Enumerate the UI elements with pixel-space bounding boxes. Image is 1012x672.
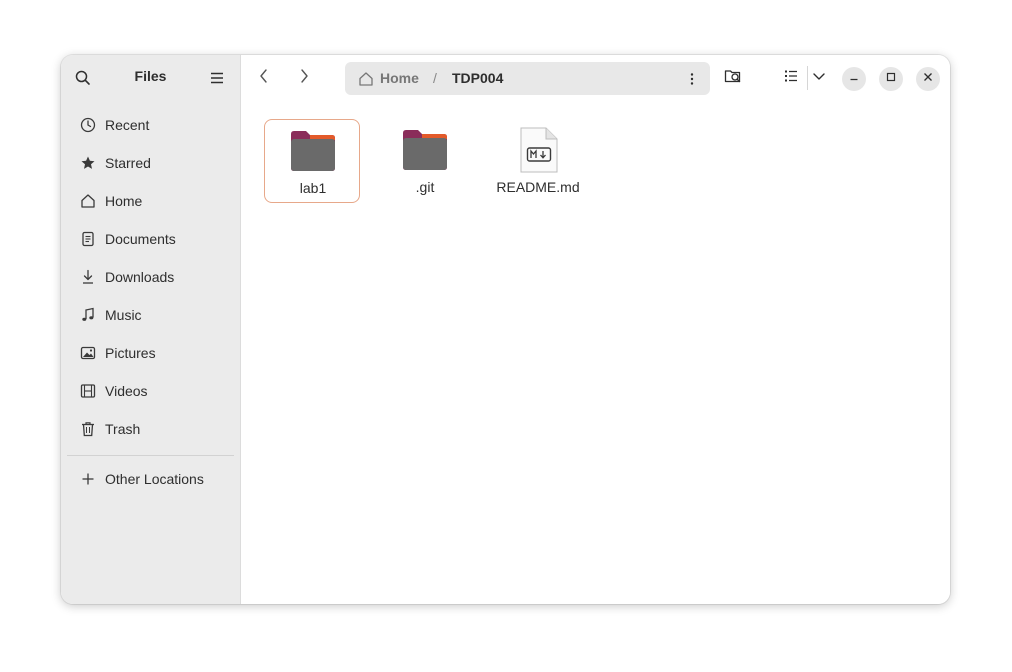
plus-icon <box>79 470 97 488</box>
sidebar-item-music[interactable]: Music <box>61 296 240 334</box>
home-icon[interactable] <box>357 70 375 88</box>
sidebar-item-trash[interactable]: Trash <box>61 410 240 448</box>
music-note-icon <box>79 306 97 324</box>
chevron-right-icon <box>295 67 313 90</box>
sidebar-item-home[interactable]: Home <box>61 182 240 220</box>
sidebar-item-pictures[interactable]: Pictures <box>61 334 240 372</box>
files-window: Files Recent Starred Home Documents Down… <box>61 55 950 604</box>
folder-icon <box>288 128 338 174</box>
sidebar-item-label: Documents <box>105 231 176 247</box>
sidebar-item-other-locations[interactable]: Other Locations <box>61 460 240 498</box>
forward-button[interactable] <box>291 65 317 91</box>
search-in-folder-button[interactable] <box>720 65 746 91</box>
close-button[interactable] <box>916 67 940 91</box>
sidebar-item-label: Starred <box>105 155 151 171</box>
sidebar-item-label: Music <box>105 307 142 323</box>
download-icon <box>79 268 97 286</box>
path-bar[interactable]: Home / TDP004 <box>345 62 710 95</box>
file-name: .git <box>415 179 435 195</box>
home-icon <box>79 192 97 210</box>
chevron-down-icon <box>810 67 828 90</box>
path-separator: / <box>433 70 437 86</box>
sidebar-item-label: Other Locations <box>105 471 204 487</box>
sidebar-item-label: Home <box>105 193 143 209</box>
minimize-icon <box>848 70 860 88</box>
file-name: lab1 <box>299 180 327 196</box>
file-item-git[interactable]: .git <box>377 119 473 203</box>
sidebar-item-label: Videos <box>105 383 148 399</box>
sidebar-header: Files <box>61 55 240 101</box>
film-icon <box>79 382 97 400</box>
path-segment-home[interactable]: Home <box>380 70 419 86</box>
more-options-icon[interactable] <box>683 70 701 88</box>
document-icon <box>79 230 97 248</box>
close-icon <box>922 70 934 88</box>
clock-icon <box>79 116 97 134</box>
main-content: Home / TDP004 lab1 .git README.md <box>241 55 950 604</box>
trash-icon <box>79 420 97 438</box>
file-item-readme[interactable]: README.md <box>490 119 586 203</box>
picture-icon <box>79 344 97 362</box>
file-item-lab1[interactable]: lab1 <box>264 119 360 203</box>
sidebar-item-recent[interactable]: Recent <box>61 106 240 144</box>
sidebar-item-documents[interactable]: Documents <box>61 220 240 258</box>
chevron-left-icon <box>255 67 273 90</box>
minimize-button[interactable] <box>842 67 866 91</box>
sidebar-item-starred[interactable]: Starred <box>61 144 240 182</box>
sidebar-item-label: Pictures <box>105 345 156 361</box>
list-view-icon <box>782 67 800 90</box>
sidebar-item-label: Downloads <box>105 269 175 285</box>
sidebar-item-downloads[interactable]: Downloads <box>61 258 240 296</box>
sidebar-item-videos[interactable]: Videos <box>61 372 240 410</box>
hamburger-menu-icon[interactable] <box>208 69 226 87</box>
folder-search-icon <box>723 66 743 91</box>
markdown-file-icon <box>513 127 563 173</box>
view-options-button[interactable] <box>806 65 832 91</box>
sidebar-item-label: Trash <box>105 421 141 437</box>
list-view-button[interactable] <box>778 65 804 91</box>
maximize-button[interactable] <box>879 67 903 91</box>
path-segment-current[interactable]: TDP004 <box>452 70 503 86</box>
sidebar-item-label: Recent <box>105 117 150 133</box>
star-icon <box>79 154 97 172</box>
file-name: README.md <box>496 179 580 195</box>
back-button[interactable] <box>251 65 277 91</box>
sidebar-separator <box>67 455 234 456</box>
sidebar: Files Recent Starred Home Documents Down… <box>61 55 241 604</box>
sidebar-places: Recent Starred Home Documents Downloads … <box>61 106 240 448</box>
folder-icon <box>400 127 450 173</box>
maximize-icon <box>885 70 897 88</box>
